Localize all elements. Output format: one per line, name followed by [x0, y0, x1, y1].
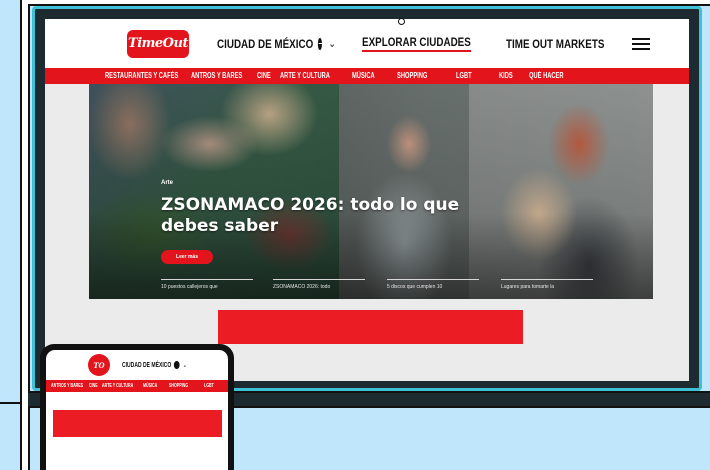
- phone-screen: TO CIUDAD DE MÉXICO ⌄ ANTROS Y BARES CIN…: [46, 350, 228, 470]
- comic-panel-left: [0, 0, 22, 470]
- chevron-down-icon: ⌄: [328, 38, 336, 50]
- nav-item-cine[interactable]: CINE: [257, 71, 271, 80]
- explore-cities-link[interactable]: EXPLORAR CIUDADES: [362, 35, 480, 52]
- globe-icon: [318, 37, 329, 50]
- nav-item-kids[interactable]: KIDS: [499, 71, 513, 80]
- nav-item-que-hacer[interactable]: QUÉ HACER: [529, 71, 564, 80]
- phone-nav-item-shopping[interactable]: SHOPPING: [169, 383, 188, 389]
- laptop-frame: TimeOut CIUDAD DE MÉXICO ⌄ EXPLORAR CIUD…: [32, 6, 702, 391]
- phone-city-label: CIUDAD DE MÉXICO: [122, 361, 172, 369]
- hero-feature[interactable]: Arte ZSONAMACO 2026: todo lo que debes s…: [89, 84, 653, 299]
- hero-title[interactable]: ZSONAMACO 2026: todo lo que debes saber: [161, 195, 491, 237]
- read-more-button[interactable]: Leer más: [161, 250, 213, 264]
- explore-cities-label: EXPLORAR CIUDADES: [362, 35, 471, 52]
- hero-kicker: Arte: [161, 180, 174, 186]
- nav-item-restaurantes[interactable]: RESTAURANTES Y CAFÉS: [105, 71, 178, 80]
- phone-nav-item-cine[interactable]: CINE: [89, 383, 98, 389]
- story-link[interactable]: ZSONAMACO 2026: todo: [273, 279, 365, 299]
- time-out-markets-link[interactable]: TIME OUT MARKETS: [506, 37, 609, 51]
- hero-overlay: [89, 84, 653, 299]
- laptop-screen: TimeOut CIUDAD DE MÉXICO ⌄ EXPLORAR CIUD…: [45, 19, 689, 381]
- nav-item-arte[interactable]: ARTE Y CULTURA: [280, 71, 330, 80]
- city-selector[interactable]: CIUDAD DE MÉXICO ⌄: [217, 37, 336, 51]
- story-link[interactable]: 5 discos que cumplen 10: [387, 279, 479, 299]
- panel-divider: [0, 402, 22, 404]
- phone-timeout-logo[interactable]: TO: [88, 354, 110, 376]
- site-header: TimeOut CIUDAD DE MÉXICO ⌄ EXPLORAR CIUD…: [45, 19, 689, 68]
- phone-nav-item-lgbt[interactable]: LGBT: [204, 383, 214, 389]
- laptop-camera: [398, 18, 405, 25]
- chevron-down-icon: ⌄: [182, 362, 188, 369]
- phone-nav-item-musica[interactable]: MÚSICA: [143, 383, 157, 389]
- phone-nav-item-antros[interactable]: ANTROS Y BARES: [51, 383, 83, 389]
- globe-icon: [174, 361, 180, 369]
- nav-item-antros[interactable]: ANTROS Y BARES: [191, 71, 242, 80]
- category-nav: RESTAURANTES Y CAFÉS ANTROS Y BARES CINE…: [45, 68, 689, 84]
- phone-nav-item-arte[interactable]: ARTE Y CULTURA: [102, 383, 133, 389]
- story-link[interactable]: Lugares para tomarte la: [501, 279, 593, 299]
- nav-item-lgbt[interactable]: LGBT: [456, 71, 472, 80]
- city-label: CIUDAD DE MÉXICO: [217, 36, 314, 51]
- phone-category-nav: ANTROS Y BARES CINE ARTE Y CULTURA MÚSIC…: [46, 380, 228, 392]
- hamburger-menu-icon[interactable]: [632, 37, 650, 50]
- nav-item-musica[interactable]: MÚSICA: [352, 71, 375, 80]
- phone-header: TO CIUDAD DE MÉXICO ⌄: [46, 350, 228, 380]
- phone-ad-banner[interactable]: [53, 410, 222, 437]
- nav-item-shopping[interactable]: SHOPPING: [397, 71, 427, 80]
- phone-city-selector[interactable]: CIUDAD DE MÉXICO ⌄: [122, 361, 187, 369]
- ad-banner[interactable]: [218, 310, 523, 344]
- timeout-logo[interactable]: TimeOut: [127, 29, 189, 58]
- story-link[interactable]: 10 puestos callejeros que: [161, 279, 253, 299]
- phone-frame: TO CIUDAD DE MÉXICO ⌄ ANTROS Y BARES CIN…: [40, 344, 234, 470]
